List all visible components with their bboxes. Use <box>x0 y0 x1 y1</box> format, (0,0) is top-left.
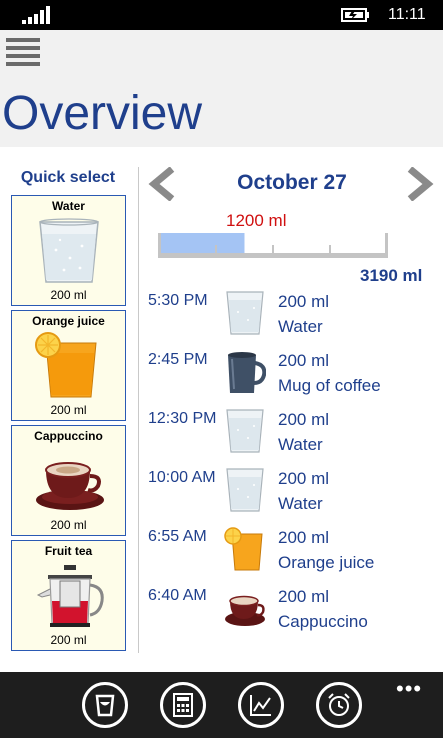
cappuccino-icon <box>225 595 265 626</box>
orange-juice-icon <box>224 527 263 571</box>
quick-select-fruit-tea[interactable]: Fruit tea 200 ml <box>11 540 126 651</box>
entry-amount: 200 ml <box>278 292 330 311</box>
progress-fill <box>158 233 245 253</box>
battery-charging-icon <box>341 8 369 22</box>
log-entry[interactable]: 5:30 PM 200 ml Water <box>146 291 436 342</box>
water-glass-icon <box>226 409 264 453</box>
entry-drink: Orange juice <box>278 553 375 572</box>
quick-select-label: Cappuccino <box>34 429 103 443</box>
log-entry[interactable]: 6:55 AM 200 ml Orange juice <box>146 527 436 578</box>
entry-drink: Water <box>278 317 323 336</box>
water-glass-icon <box>226 291 264 335</box>
water-glass-icon <box>226 468 264 512</box>
entry-amount: 200 ml <box>278 469 330 488</box>
column-divider <box>138 167 139 653</box>
reminder-button[interactable] <box>316 682 362 728</box>
chart-icon <box>250 695 271 716</box>
quick-select-water[interactable]: Water 200 ml <box>11 195 126 306</box>
quick-select-label: Water <box>52 199 85 213</box>
log-entry[interactable]: 10:00 AM 200 ml Water <box>146 468 436 519</box>
menu-button[interactable] <box>6 38 40 68</box>
status-bar: 11:11 <box>0 0 443 30</box>
menu-line-icon <box>6 46 40 50</box>
entry-time: 10:00 AM <box>148 469 216 486</box>
entry-drink: Mug of coffee <box>278 376 381 395</box>
page-header: Overview <box>0 30 443 147</box>
entry-drink: Cappuccino <box>278 612 368 631</box>
quick-select-amount: 200 ml <box>50 633 87 647</box>
entry-time: 6:55 AM <box>148 528 207 545</box>
calculator-icon <box>173 693 193 717</box>
entry-time: 6:40 AM <box>148 587 207 604</box>
entry-time: 2:45 PM <box>148 351 208 368</box>
consumed-amount: 1200 ml <box>226 211 287 230</box>
next-day-button[interactable] <box>404 167 436 201</box>
drink-icon <box>95 694 115 717</box>
statistics-button[interactable] <box>238 682 284 728</box>
app-bar: ••• <box>0 672 443 738</box>
entry-amount: 200 ml <box>278 351 330 370</box>
goal-amount: 3190 ml <box>360 266 423 285</box>
menu-line-icon <box>6 54 40 58</box>
quick-select-cappuccino[interactable]: Cappuccino 200 ml <box>11 425 126 536</box>
cappuccino-icon <box>36 462 104 510</box>
menu-line-icon <box>6 62 40 66</box>
menu-line-icon <box>6 38 40 42</box>
entry-amount: 200 ml <box>278 587 330 606</box>
previous-day-button[interactable] <box>146 167 178 201</box>
teapot-icon <box>36 565 104 627</box>
water-glass-icon <box>39 218 99 283</box>
entry-drink: Water <box>278 494 323 513</box>
quick-select-amount: 200 ml <box>50 518 87 532</box>
add-drink-button[interactable] <box>82 682 128 728</box>
entry-time: 12:30 PM <box>148 410 217 427</box>
daily-progress-bar <box>158 233 388 258</box>
calculator-button[interactable] <box>160 682 206 728</box>
entry-amount: 200 ml <box>278 528 330 547</box>
log-entry[interactable]: 12:30 PM 200 ml Water <box>146 409 436 460</box>
quick-select-label: Orange juice <box>32 314 105 328</box>
quick-select-amount: 200 ml <box>50 403 87 417</box>
quick-select-amount: 200 ml <box>50 288 87 302</box>
more-options-button[interactable]: ••• <box>396 676 422 702</box>
alarm-icon <box>328 693 350 716</box>
main-content: Quick select Water 200 ml Orange juice 2… <box>0 147 443 672</box>
signal-strength-icon <box>22 6 50 24</box>
clock: 11:11 <box>388 6 426 23</box>
quick-select-title: Quick select <box>20 169 116 186</box>
quick-select-orange-juice[interactable]: Orange juice 200 ml <box>11 310 126 421</box>
log-entry[interactable]: 2:45 PM 200 ml Mug of coffee <box>146 351 436 401</box>
date-title: October 27 <box>237 171 347 194</box>
coffee-mug-icon <box>228 352 266 393</box>
entry-drink: Water <box>278 435 323 454</box>
orange-juice-icon <box>35 332 97 398</box>
log-entry[interactable]: 6:40 AM 200 ml Cappuccino <box>146 587 436 637</box>
entry-time: 5:30 PM <box>148 292 208 309</box>
entry-amount: 200 ml <box>278 410 330 429</box>
quick-select-label: Fruit tea <box>44 544 93 558</box>
page-title: Overview <box>2 87 203 140</box>
